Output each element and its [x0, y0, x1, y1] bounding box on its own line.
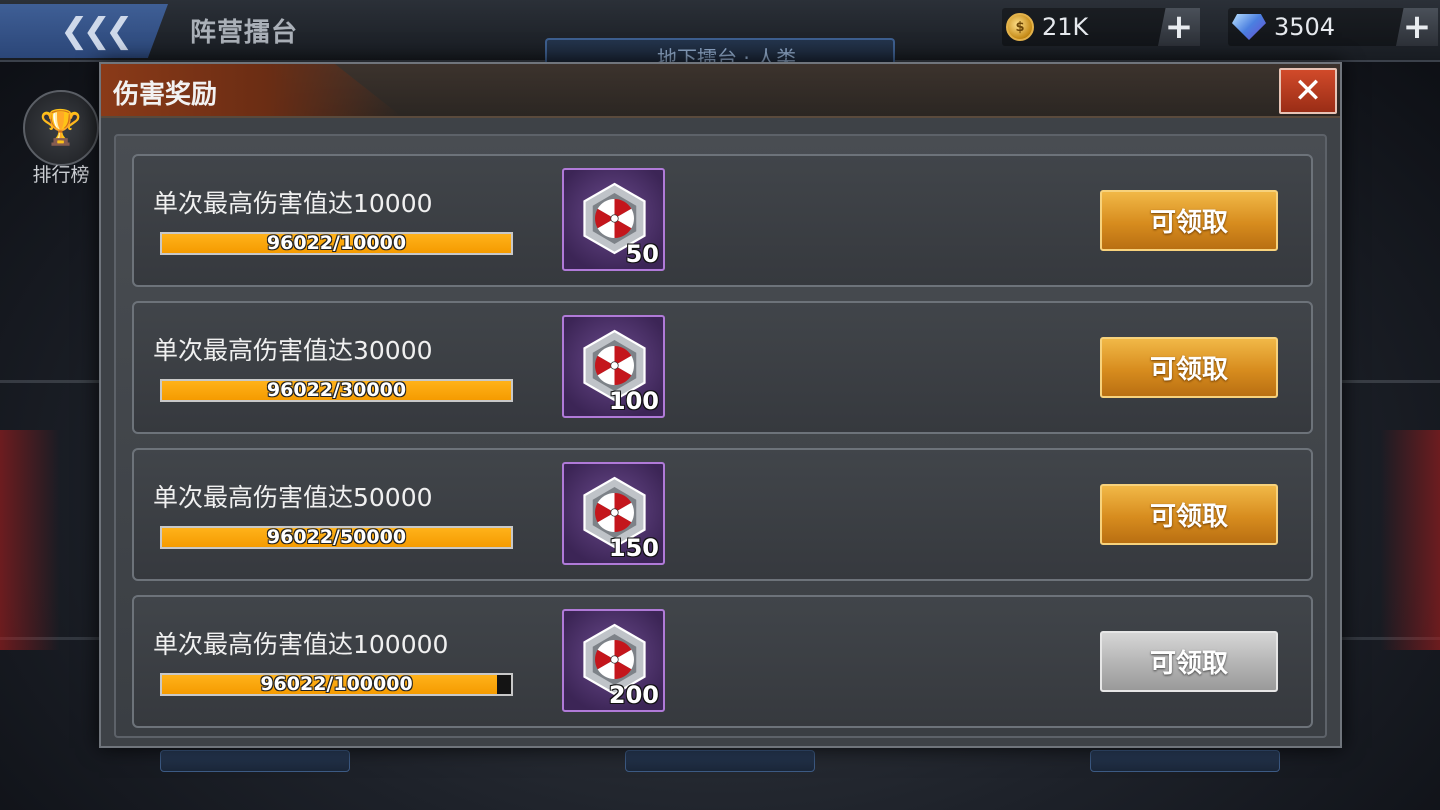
dialog-title: 伤害奖励 — [113, 80, 218, 110]
gem-counter: 3504 + — [1228, 8, 1438, 46]
reward-description: 单次最高伤害值达10000 — [153, 189, 433, 218]
back-button[interactable]: ❮❮❮ — [0, 4, 168, 58]
background-tab — [1090, 750, 1280, 772]
claim-button[interactable]: 可领取 — [1100, 337, 1278, 398]
diamond-icon — [1232, 14, 1266, 40]
background-tab — [625, 750, 815, 772]
reward-description: 单次最高伤害值达30000 — [153, 336, 433, 365]
reward-item[interactable]: 50 — [562, 168, 665, 271]
progress-bar: 96022/50000 — [160, 526, 513, 549]
progress-text: 96022/10000 — [266, 232, 407, 254]
reward-description: 单次最高伤害值达100000 — [153, 630, 449, 659]
top-bar: ❮❮❮ 阵营擂台 地下擂台 · 人类 $ 21K + 3504 + — [0, 0, 1440, 70]
item-count: 100 — [608, 387, 659, 415]
dialog-header: 伤害奖励 ✕ — [101, 64, 1340, 118]
arena-light-right — [1380, 430, 1440, 650]
claim-button[interactable]: 可领取 — [1100, 190, 1278, 251]
gem-value: 3504 — [1274, 13, 1336, 41]
leaderboard-button[interactable]: 🏆 排行榜 — [22, 90, 100, 187]
reward-item[interactable]: 100 — [562, 315, 665, 418]
progress-text: 96022/50000 — [266, 526, 407, 548]
reward-row: 单次最高伤害值达100000 96022/100000 200 可领取 — [132, 595, 1313, 728]
damage-reward-dialog: 伤害奖励 ✕ 单次最高伤害值达10000 96022/10000 50 可领取 … — [99, 62, 1342, 748]
gold-coin-icon: $ — [1006, 13, 1034, 41]
progress-bar: 96022/100000 — [160, 673, 513, 696]
arena-light-left — [0, 430, 60, 650]
item-count: 200 — [608, 681, 659, 709]
close-icon: ✕ — [1293, 71, 1323, 111]
page-title: 阵营擂台 — [190, 18, 299, 48]
coin-counter: $ 21K + — [1002, 8, 1200, 46]
background-bottom-tabs — [160, 750, 1280, 780]
leaderboard-label: 排行榜 — [32, 164, 90, 186]
progress-text: 96022/100000 — [260, 673, 413, 695]
close-button[interactable]: ✕ — [1279, 68, 1337, 114]
background-tab — [160, 750, 350, 772]
reward-row: 单次最高伤害值达10000 96022/10000 50 可领取 — [132, 154, 1313, 287]
claim-button[interactable]: 可领取 — [1100, 484, 1278, 545]
item-count: 50 — [625, 240, 659, 268]
add-gems-button[interactable]: + — [1396, 8, 1438, 46]
reward-item[interactable]: 150 — [562, 462, 665, 565]
coin-value: 21K — [1042, 13, 1089, 41]
reward-description: 单次最高伤害值达50000 — [153, 483, 433, 512]
trophy-icon: 🏆 — [23, 90, 99, 166]
reward-row: 单次最高伤害值达50000 96022/50000 150 可领取 — [132, 448, 1313, 581]
progress-text: 96022/30000 — [266, 379, 407, 401]
double-chevron-left-icon: ❮❮❮ — [60, 11, 134, 51]
reward-item[interactable]: 200 — [562, 609, 665, 712]
item-count: 150 — [608, 534, 659, 562]
reward-row: 单次最高伤害值达30000 96022/30000 100 可领取 — [132, 301, 1313, 434]
claim-button-disabled[interactable]: 可领取 — [1100, 631, 1278, 692]
progress-bar: 96022/30000 — [160, 379, 513, 402]
add-coins-button[interactable]: + — [1158, 8, 1200, 46]
reward-list: 单次最高伤害值达10000 96022/10000 50 可领取 单次最高伤害值… — [114, 134, 1327, 738]
progress-bar: 96022/10000 — [160, 232, 513, 255]
